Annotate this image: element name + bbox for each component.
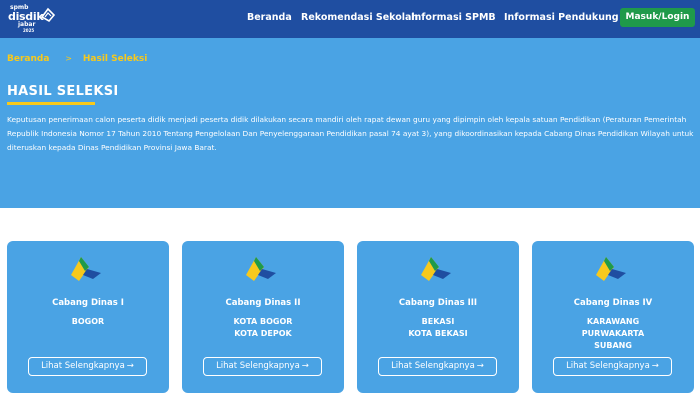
button-label: Lihat Selengkapnya [566, 361, 650, 371]
card-city: KOTA BOGOR [233, 317, 293, 326]
card-cities: BOGOR [7, 316, 169, 328]
card-city: BEKASI [421, 317, 455, 326]
card-city: KOTA BEKASI [408, 329, 468, 338]
button-label: Lihat Selengkapnya [216, 361, 300, 371]
arrow-right-icon: → [301, 361, 309, 371]
nav-item-rekomendasi-sekolah[interactable]: Rekomendasi Sekolah [301, 12, 418, 23]
card-cities: KARAWANG PURWAKARTA SUBANG [532, 316, 694, 352]
card-cities: BEKASI KOTA BEKASI [357, 316, 519, 340]
page-title: HASIL SELEKSI [7, 84, 119, 99]
cabang-dinas-card: Cabang Dinas II KOTA BOGOR KOTA DEPOK Li… [182, 241, 344, 393]
card-title: Cabang Dinas IV [573, 298, 653, 308]
lihat-selengkapnya-button[interactable]: Lihat Selengkapnya → [553, 357, 672, 376]
nav-item-informasi-spmb[interactable]: Informasi SPMB [411, 12, 496, 23]
logo-text-year: 2025 [23, 28, 35, 33]
site-logo[interactable]: spmb disdik jabar 2025 [6, 3, 58, 35]
nav-item-label: Informasi Pendukung [504, 12, 619, 23]
card-title: Cabang Dinas III [398, 298, 478, 308]
cabang-dinas-card: Cabang Dinas IV KARAWANG PURWAKARTA SUBA… [532, 241, 694, 393]
button-label: Lihat Selengkapnya [391, 361, 475, 371]
title-underline [7, 102, 95, 105]
card-city: KOTA DEPOK [234, 329, 292, 338]
disdik-logo-icon [71, 257, 101, 281]
top-navbar: spmb disdik jabar 2025 Beranda Rekomenda… [0, 0, 700, 38]
disdik-logo-icon [596, 257, 626, 281]
cabang-dinas-card: Cabang Dinas III BEKASI KOTA BEKASI Liha… [357, 241, 519, 393]
nav-item-label: Informasi SPMB [411, 12, 496, 23]
disdik-logo-icon [246, 257, 276, 281]
card-city: PURWAKARTA [581, 329, 645, 338]
nav-item-beranda[interactable]: Beranda [247, 12, 292, 23]
cabang-dinas-card: Cabang Dinas I BOGOR Lihat Selengkapnya → [7, 241, 169, 393]
lihat-selengkapnya-button[interactable]: Lihat Selengkapnya → [28, 357, 147, 376]
hero-description: Keputusan penerimaan calon peserta didik… [7, 115, 694, 152]
arrow-right-icon: → [476, 361, 484, 371]
button-label: Lihat Selengkapnya [41, 361, 125, 371]
breadcrumb-separator-icon: > [65, 54, 72, 63]
arrow-right-icon: → [126, 361, 134, 371]
card-city: SUBANG [594, 341, 632, 350]
login-button[interactable]: Masuk/Login [620, 8, 695, 27]
card-title: Cabang Dinas II [225, 298, 301, 308]
breadcrumb-current: Hasil Seleksi [82, 54, 148, 64]
lihat-selengkapnya-button[interactable]: Lihat Selengkapnya → [203, 357, 322, 376]
card-city: KARAWANG [586, 317, 640, 326]
card-cities: KOTA BOGOR KOTA DEPOK [182, 316, 344, 340]
nav-item-label: Rekomendasi Sekolah [301, 12, 419, 23]
breadcrumb: Beranda > Hasil Seleksi [7, 54, 147, 64]
breadcrumb-home-link[interactable]: Beranda [7, 54, 49, 64]
arrow-right-icon: → [651, 361, 659, 371]
nav-item-informasi-pendukung[interactable]: Informasi Pendukung ▼ [504, 12, 630, 23]
nav-item-label: Beranda [247, 12, 292, 23]
disdik-logo-icon [421, 257, 451, 281]
logo-mark-icon [40, 7, 56, 23]
lihat-selengkapnya-button[interactable]: Lihat Selengkapnya → [378, 357, 497, 376]
card-city: BOGOR [71, 317, 105, 326]
card-title: Cabang Dinas I [52, 298, 124, 308]
